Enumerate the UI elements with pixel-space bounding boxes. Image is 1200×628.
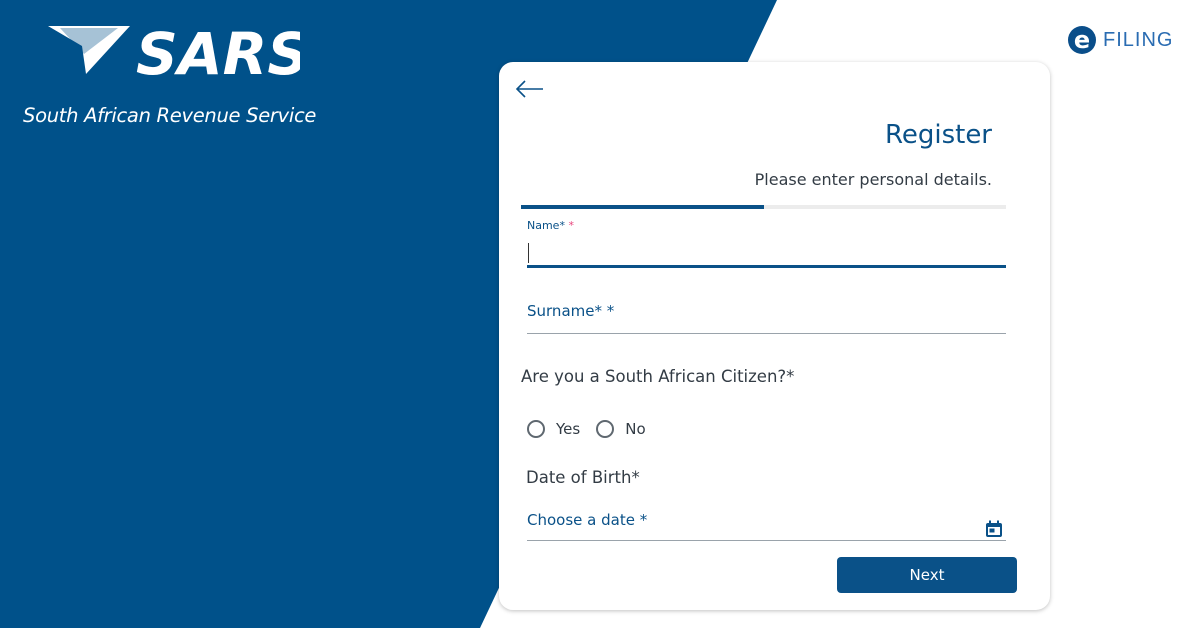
brand-subtitle: South African Revenue Service	[23, 104, 317, 127]
surname-underline	[527, 333, 1006, 334]
name-label: Name* *	[527, 219, 574, 232]
citizen-radio-group: Yes No	[527, 420, 662, 438]
next-button[interactable]: Next	[837, 557, 1017, 593]
surname-label: Surname* *	[527, 302, 615, 320]
citizen-question: Are you a South African Citizen?*	[521, 367, 795, 386]
radio-no-label[interactable]: No	[625, 420, 645, 438]
progress-bar	[521, 205, 1006, 209]
date-input[interactable]: Choose a date *	[527, 511, 647, 529]
svg-text:SARS: SARS	[136, 24, 300, 80]
name-field: Name* *	[527, 219, 1006, 268]
efiling-text: FILING	[1103, 28, 1174, 51]
progress-fill	[521, 205, 764, 209]
sars-logo: SARS	[48, 24, 300, 80]
register-card: Register Please enter personal details. …	[499, 62, 1050, 610]
radio-yes-label[interactable]: Yes	[556, 420, 580, 438]
text-caret	[528, 243, 529, 263]
surname-field[interactable]: Surname* *	[527, 302, 1006, 334]
efiling-e-icon: e	[1068, 26, 1096, 54]
name-input[interactable]	[527, 241, 1006, 268]
page-title: Register	[884, 120, 992, 150]
radio-no[interactable]	[596, 420, 615, 438]
calendar-icon[interactable]	[985, 520, 1003, 538]
efiling-logo: e FILING	[1068, 26, 1173, 54]
arrow-left-icon[interactable]	[515, 79, 545, 99]
radio-yes[interactable]	[527, 420, 545, 438]
dob-label: Date of Birth*	[526, 468, 640, 487]
required-marker: *	[568, 219, 574, 232]
page-subtitle: Please enter personal details.	[754, 170, 992, 189]
date-underline	[527, 540, 1006, 541]
